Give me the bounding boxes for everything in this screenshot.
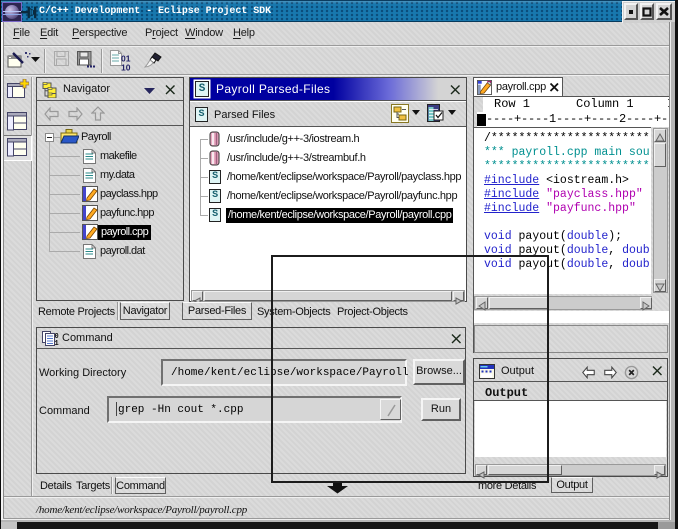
svg-text:10: 10: [121, 63, 131, 72]
svg-text:10: 10: [55, 340, 60, 347]
